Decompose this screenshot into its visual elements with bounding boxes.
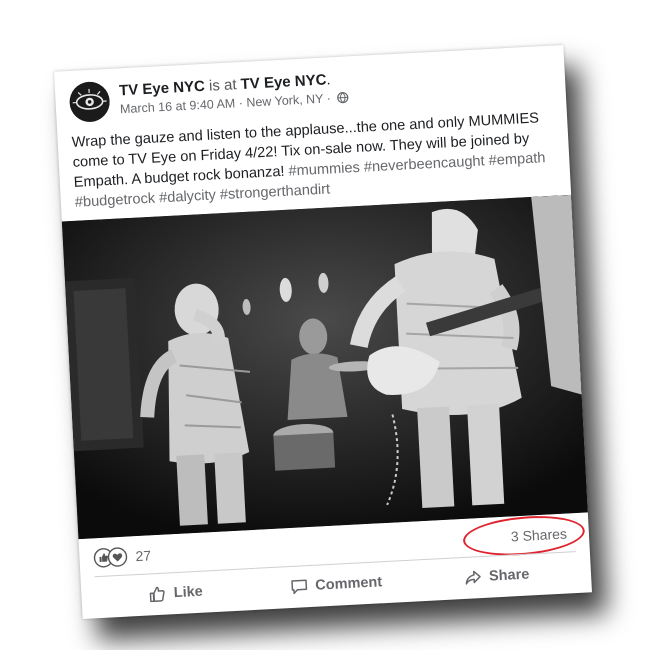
hashtag-link[interactable]: #mummies <box>288 160 360 180</box>
page-name-link[interactable]: TV Eye NYC <box>119 78 206 99</box>
like-label: Like <box>173 583 204 602</box>
globe-icon <box>336 91 349 107</box>
thumbs-up-icon <box>150 586 166 603</box>
hashtag-link[interactable]: #empath <box>488 150 546 169</box>
meta-separator-2: · <box>326 91 332 106</box>
share-icon <box>465 570 481 585</box>
eye-logo-icon <box>69 81 110 122</box>
hashtag-link[interactable]: #strongerthandirt <box>220 181 331 203</box>
comment-icon <box>291 579 308 595</box>
post-timestamp[interactable]: March 16 at 9:40 AM <box>120 96 236 116</box>
reaction-icons[interactable] <box>93 546 130 568</box>
shares-count[interactable]: 3 Shares <box>510 526 567 545</box>
post-place[interactable]: New York, NY <box>246 92 324 110</box>
hashtag-link[interactable]: #budgetrock <box>74 191 155 211</box>
love-icon <box>107 547 128 567</box>
meta-separator: · <box>238 95 244 111</box>
facebook-post-card: TV Eye NYC is at TV Eye NYC. March 16 at… <box>54 45 592 619</box>
is-at-text: is at <box>208 76 237 95</box>
location-suffix: . <box>325 71 332 89</box>
hashtag-link[interactable]: #neverbeencaught <box>363 153 485 175</box>
comment-label: Comment <box>314 574 383 594</box>
band-live-photo <box>61 194 588 540</box>
share-button[interactable]: Share <box>416 557 578 595</box>
share-label: Share <box>488 566 530 585</box>
comment-button[interactable]: Comment <box>255 565 417 603</box>
post-body: Wrap the gauze and listen to the applaus… <box>71 108 557 213</box>
location-link[interactable]: TV Eye NYC <box>240 71 327 92</box>
hashtag-link[interactable]: #dalycity <box>159 187 217 206</box>
avatar[interactable] <box>68 80 111 123</box>
like-button[interactable]: Like <box>95 574 257 612</box>
post-photo[interactable] <box>61 194 588 540</box>
reaction-count[interactable]: 27 <box>135 547 151 564</box>
